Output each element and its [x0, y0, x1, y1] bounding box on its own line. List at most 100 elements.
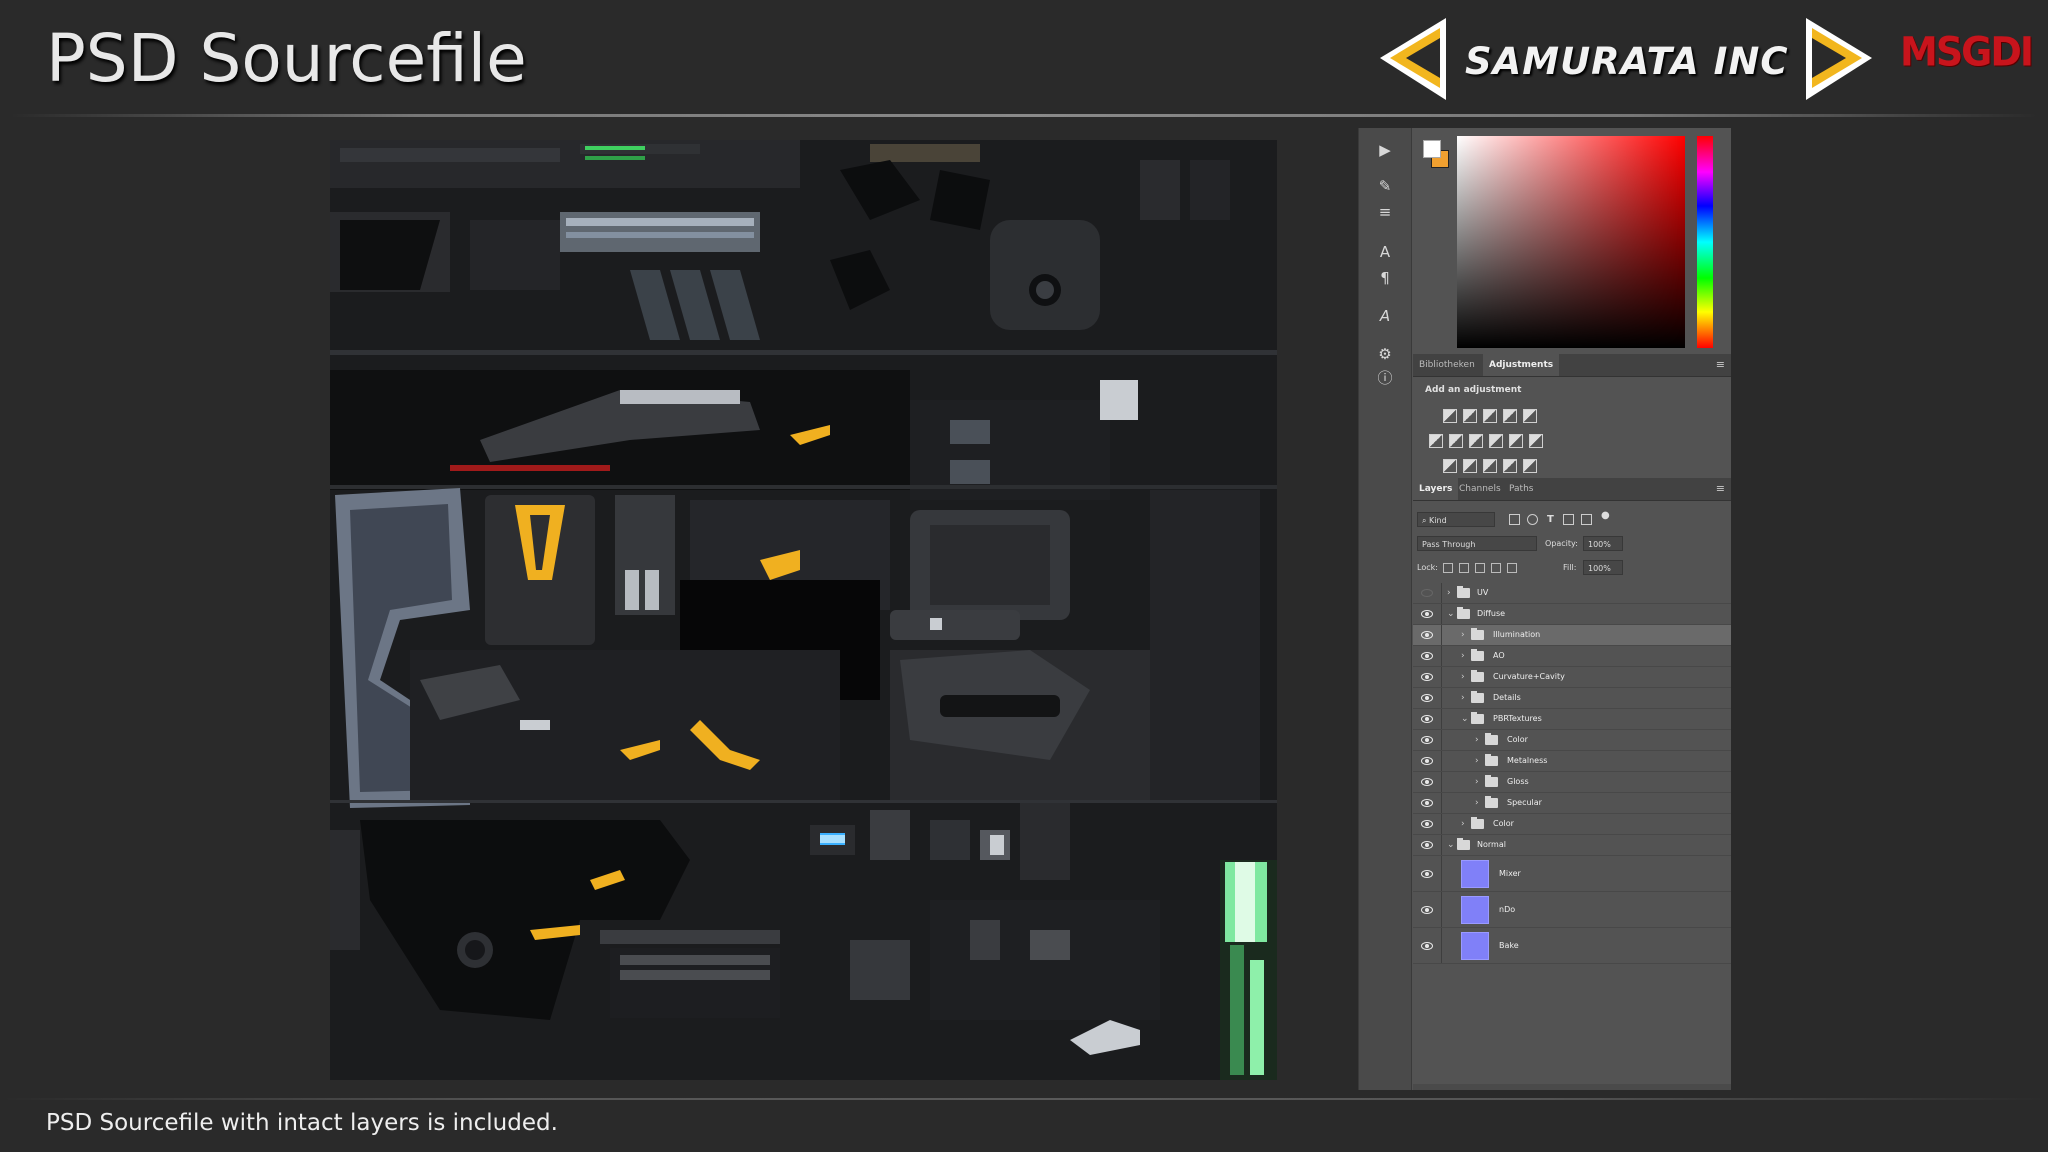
visibility-eye-icon[interactable] [1421, 941, 1433, 950]
expand-chevron-icon[interactable]: › [1475, 734, 1479, 746]
layer-row[interactable]: ⌄ Diffuse [1413, 604, 1731, 625]
threshold-icon[interactable] [1483, 459, 1497, 473]
expand-chevron-icon[interactable]: › [1475, 797, 1479, 809]
layer-row[interactable]: Mixer [1413, 856, 1731, 892]
blend-mode-select[interactable]: Pass Through [1417, 536, 1537, 551]
paragraph-panel-icon[interactable]: ¶ [1375, 268, 1395, 288]
type-filter-icon[interactable]: T [1547, 512, 1554, 527]
lock-all-icon[interactable] [1507, 563, 1517, 573]
layer-row[interactable]: ⌄ PBRTextures [1413, 709, 1731, 730]
photo-filter-icon[interactable] [1489, 434, 1503, 448]
layer-filter-kind[interactable]: ⌕ Kind [1417, 512, 1495, 527]
lock-artboard-icon[interactable] [1491, 563, 1501, 573]
fill-input[interactable]: 100% [1583, 560, 1623, 575]
visibility-eye-icon[interactable] [1421, 589, 1433, 597]
hue-saturation-icon[interactable] [1429, 434, 1443, 448]
layer-row[interactable]: › Illumination [1413, 625, 1731, 646]
visibility-eye-icon[interactable] [1421, 778, 1433, 786]
properties-icon[interactable]: ⚙ [1375, 344, 1395, 364]
adjustment-filter-icon[interactable] [1527, 514, 1538, 525]
expand-chevron-icon[interactable]: › [1461, 650, 1465, 662]
collapse-chevron-icon[interactable]: ⌄ [1447, 839, 1455, 851]
expand-chevron-icon[interactable]: › [1475, 755, 1479, 767]
layer-row[interactable]: ⌄ Normal [1413, 835, 1731, 856]
vibrance-icon[interactable] [1523, 409, 1537, 423]
layer-row[interactable]: › AO [1413, 646, 1731, 667]
expand-chevron-icon[interactable]: › [1475, 776, 1479, 788]
play-icon[interactable]: ▶ [1375, 140, 1395, 160]
previous-arrow-icon[interactable] [1380, 18, 1446, 100]
lock-transparency-icon[interactable] [1443, 563, 1453, 573]
tab-bibliotheken[interactable]: Bibliotheken [1413, 354, 1481, 376]
expand-chevron-icon[interactable]: › [1461, 629, 1465, 641]
layer-row[interactable]: Bake [1413, 928, 1731, 964]
levels-icon[interactable] [1463, 409, 1477, 423]
brightness-contrast-icon[interactable] [1443, 409, 1457, 423]
smart-object-filter-icon[interactable] [1581, 514, 1592, 525]
expand-chevron-icon[interactable]: › [1447, 587, 1451, 599]
expand-chevron-icon[interactable]: › [1461, 692, 1465, 704]
opacity-value: 100% [1588, 540, 1611, 549]
visibility-eye-icon[interactable] [1421, 820, 1433, 828]
filter-toggle-icon[interactable]: ● [1601, 508, 1610, 523]
tab-layers[interactable]: Layers [1413, 478, 1459, 500]
panel-menu-icon[interactable]: ≡ [1716, 478, 1725, 500]
visibility-eye-icon[interactable] [1421, 631, 1433, 639]
visibility-eye-icon[interactable] [1421, 610, 1433, 618]
glyphs-icon[interactable]: A [1375, 306, 1395, 326]
layer-row[interactable]: › Color [1413, 814, 1731, 835]
visibility-eye-icon[interactable] [1421, 905, 1433, 914]
color-lookup-icon[interactable] [1529, 434, 1543, 448]
visibility-eye-icon[interactable] [1421, 652, 1433, 660]
posterize-icon[interactable] [1463, 459, 1477, 473]
character-panel-icon[interactable]: A [1375, 242, 1395, 262]
layer-row[interactable]: › Curvature+Cavity [1413, 667, 1731, 688]
visibility-eye-icon[interactable] [1421, 673, 1433, 681]
tab-adjustments[interactable]: Adjustments [1483, 354, 1560, 376]
folder-icon [1485, 775, 1498, 787]
next-arrow-icon[interactable] [1806, 18, 1872, 100]
layer-row[interactable]: › Gloss [1413, 772, 1731, 793]
black-white-icon[interactable] [1469, 434, 1483, 448]
visibility-eye-icon[interactable] [1421, 869, 1433, 878]
expand-chevron-icon[interactable]: › [1461, 818, 1465, 830]
shape-filter-icon[interactable] [1563, 514, 1574, 525]
layer-row[interactable]: nDo [1413, 892, 1731, 928]
layer-row[interactable]: › UV [1413, 583, 1731, 604]
folder-icon [1471, 670, 1484, 682]
channel-mixer-icon[interactable] [1509, 434, 1523, 448]
pixel-filter-icon[interactable] [1509, 514, 1520, 525]
lock-position-icon[interactable] [1475, 563, 1485, 573]
layer-row[interactable]: › Metalness [1413, 751, 1731, 772]
adjust-sliders-icon[interactable]: ≡ [1375, 202, 1395, 222]
collapse-chevron-icon[interactable]: ⌄ [1447, 608, 1455, 620]
layer-row[interactable]: › Specular [1413, 793, 1731, 814]
tab-paths[interactable]: Paths [1503, 478, 1539, 500]
visibility-eye-icon[interactable] [1421, 841, 1433, 849]
color-balance-icon[interactable] [1449, 434, 1463, 448]
visibility-eye-icon[interactable] [1421, 799, 1433, 807]
selective-color-icon[interactable] [1503, 459, 1517, 473]
expand-chevron-icon[interactable]: › [1461, 671, 1465, 683]
curves-icon[interactable] [1483, 409, 1497, 423]
invert-icon[interactable] [1443, 459, 1457, 473]
visibility-eye-icon[interactable] [1421, 715, 1433, 723]
panel-menu-icon[interactable]: ≡ [1716, 354, 1725, 376]
visibility-eye-icon[interactable] [1421, 736, 1433, 744]
collapse-chevron-icon[interactable]: ⌄ [1461, 713, 1469, 725]
hue-slider[interactable] [1697, 136, 1713, 348]
brush-settings-icon[interactable]: ✎ [1375, 176, 1395, 196]
opacity-input[interactable]: 100% [1583, 536, 1623, 551]
tab-channels[interactable]: Channels [1453, 478, 1507, 500]
visibility-eye-icon[interactable] [1421, 757, 1433, 765]
foreground-color-swatch[interactable] [1423, 140, 1441, 158]
adjustments-tabbar: Bibliotheken Adjustments ≡ [1413, 354, 1731, 377]
lock-image-icon[interactable] [1459, 563, 1469, 573]
info-icon[interactable]: ⓘ [1375, 368, 1395, 388]
layer-row[interactable]: › Details [1413, 688, 1731, 709]
visibility-eye-icon[interactable] [1421, 694, 1433, 702]
gradient-map-icon[interactable] [1523, 459, 1537, 473]
layer-row[interactable]: › Color [1413, 730, 1731, 751]
exposure-icon[interactable] [1503, 409, 1517, 423]
color-picker-field[interactable] [1457, 136, 1685, 348]
